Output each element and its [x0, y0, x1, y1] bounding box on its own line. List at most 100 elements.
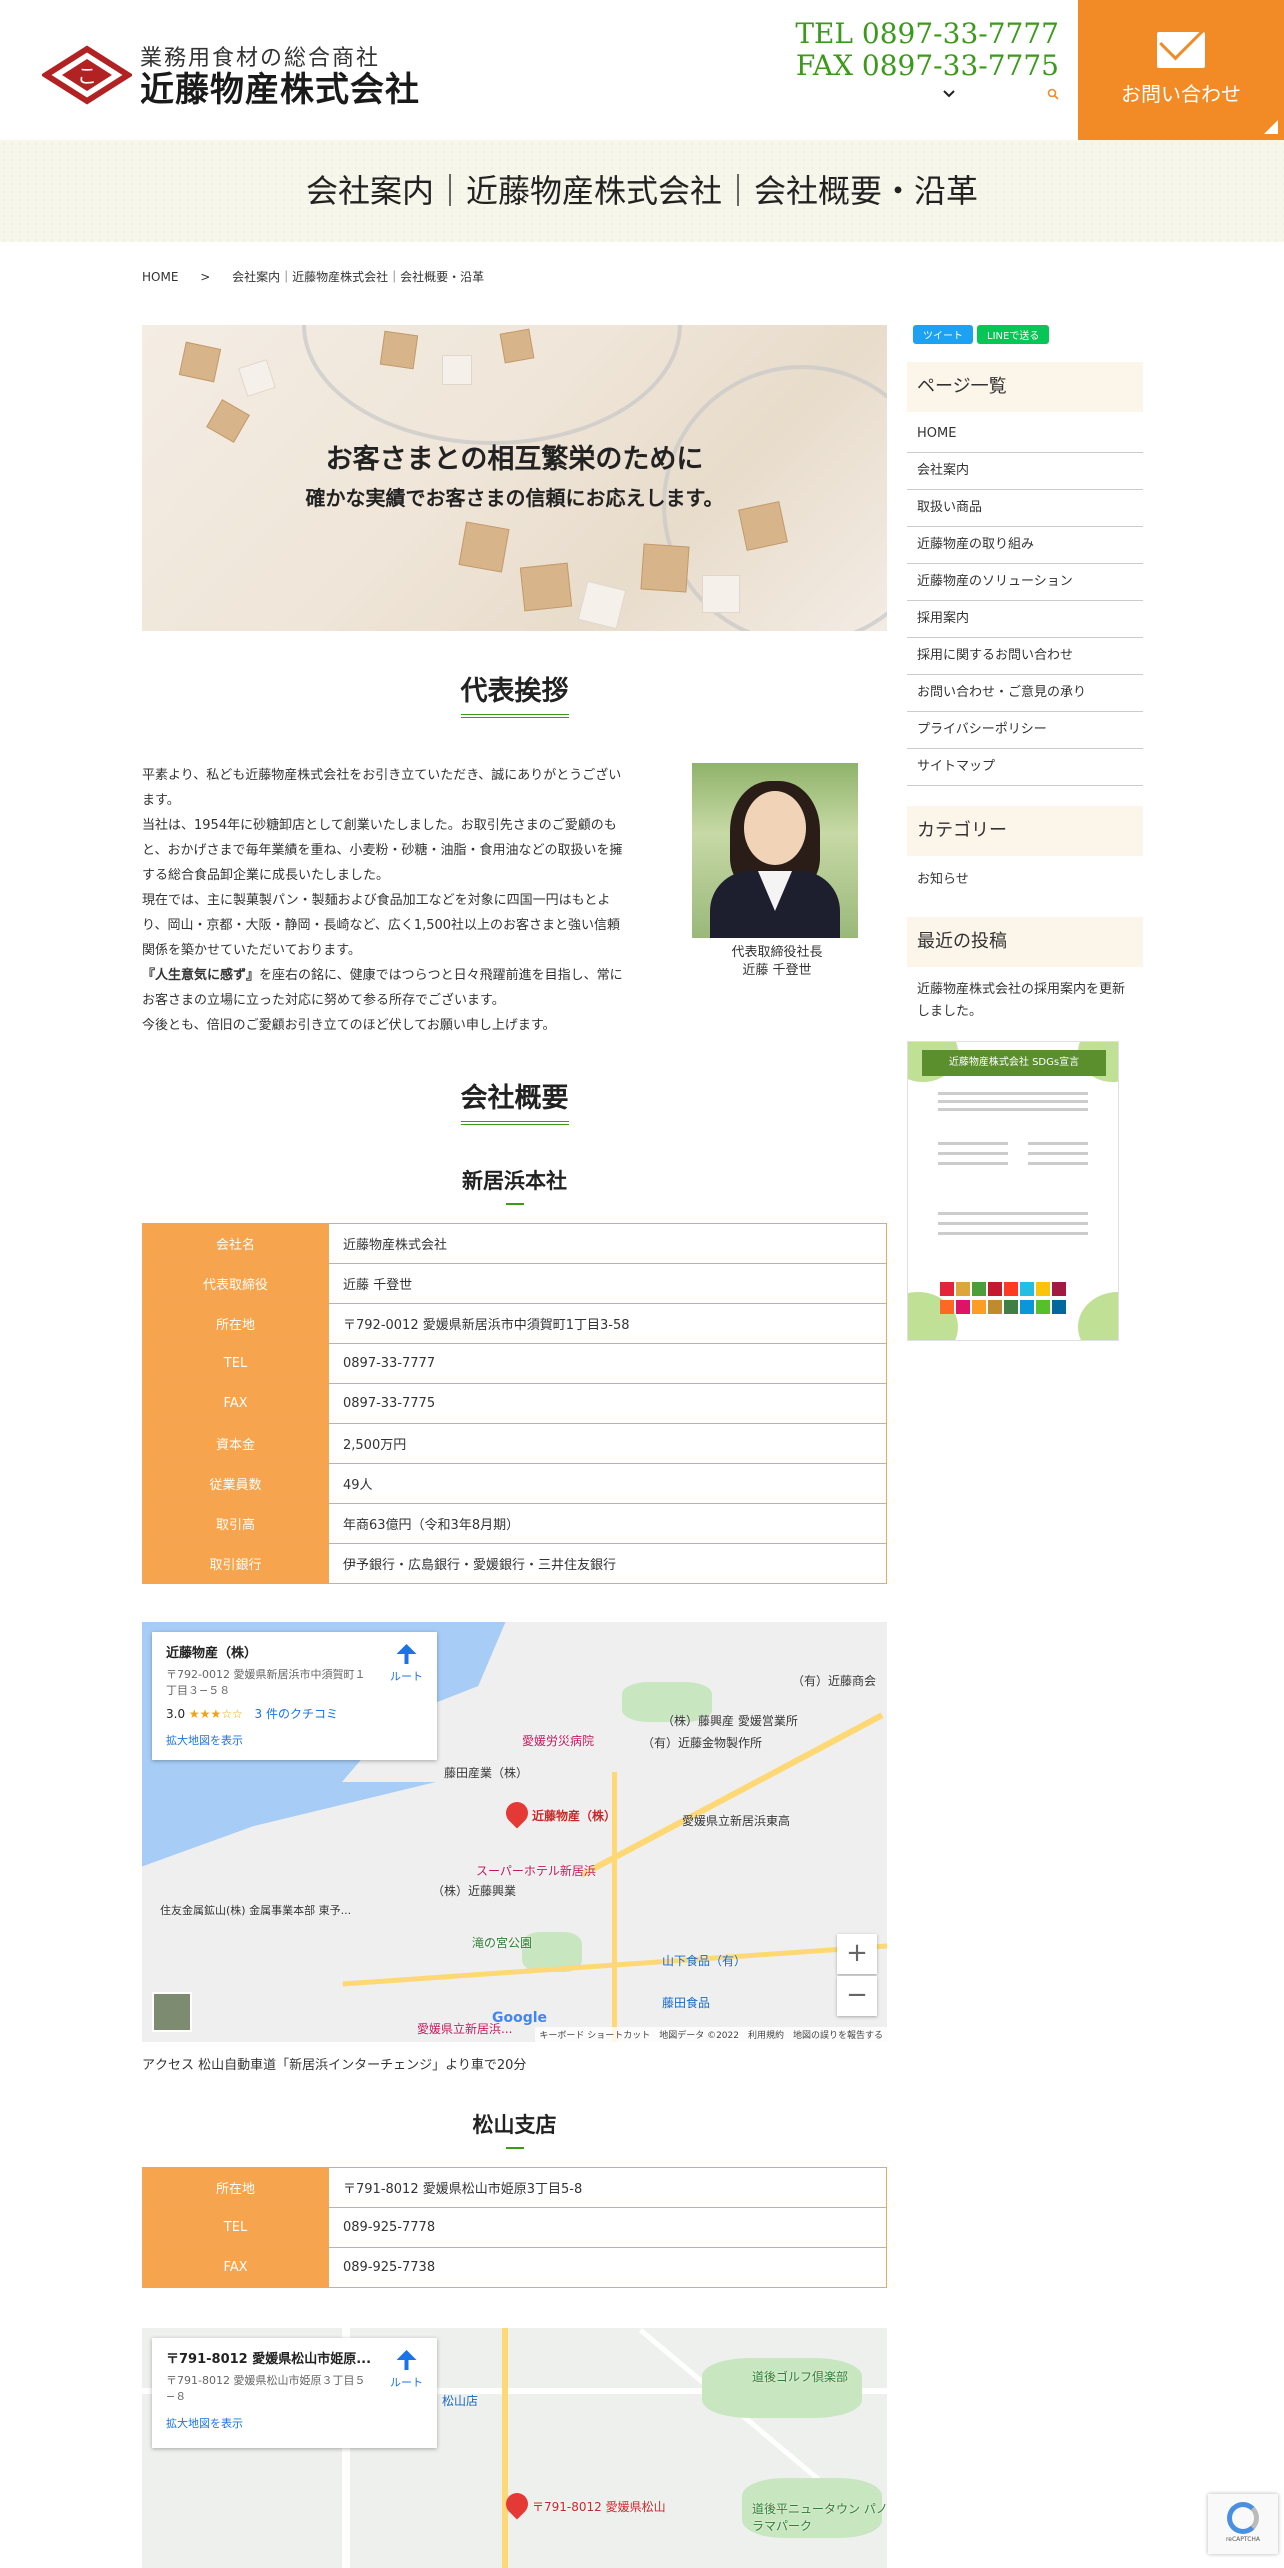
- map-footer[interactable]: キーボード ショートカット 地図データ ©2022 利用規約 地図の誤りを報告す…: [535, 2027, 887, 2042]
- table-key-cell: FAX: [142, 1383, 329, 1424]
- category-link[interactable]: お知らせ: [907, 856, 1143, 899]
- table-row: 従業員数 49人: [142, 1463, 887, 1504]
- site-logo[interactable]: こ 業務用食材の総合商社 近藤物産株式会社: [40, 40, 420, 110]
- motto: 『人生意気に感ず』: [142, 968, 260, 983]
- map-place-label: （株）近藤興業: [432, 1884, 517, 1898]
- branch-info-table: 所在地 〒791-8012 愛媛県松山市姫原3丁目5-8 TEL 089-925-77…: [142, 2167, 887, 2288]
- access-text: アクセス 松山自動車道「新居浜インターチェンジ」より車で20分: [142, 2058, 527, 2073]
- map-large-link[interactable]: 拡大地図を表示: [166, 2415, 423, 2431]
- branch-map[interactable]: 〒791-8012 愛媛県松山 道後ゴルフ倶楽部 道後平ニュータウン パノラマパ…: [142, 2328, 887, 2568]
- table-row: 取引高 年商63億円（令和3年8月期）: [142, 1503, 887, 1544]
- map-route-button[interactable]: ルート: [390, 1644, 423, 1684]
- pages-list: HOME 会社案内 取扱い商品 近藤物産の取り組み 近藤物産のソリューション 採用案内 採用…: [907, 416, 1143, 786]
- zoom-in-button[interactable]: +: [837, 1934, 877, 1974]
- google-logo: Google: [492, 2010, 548, 2026]
- map-route-button[interactable]: ルート: [390, 2350, 423, 2390]
- table-row: FAX 089-925-7738: [142, 2247, 887, 2288]
- map-place-address: 〒792-0012 愛媛県新居浜市中須賀町１丁目３−５８: [166, 1668, 366, 1697]
- table-row: TEL 089-925-7778: [142, 2207, 887, 2248]
- map-place-name: 近藤物産（株）: [166, 1646, 258, 1661]
- table-key-cell: 会社名: [142, 1223, 329, 1264]
- sidebar-page-link[interactable]: 会社案内: [907, 453, 1143, 490]
- hq-info-table: 会社名 近藤物産株式会社 代表取締役 近藤 千登世 所在地 〒792-0012 愛媛県新居…: [142, 1223, 887, 1584]
- table-row: 所在地 〒792-0012 愛媛県新居浜市中須賀町1丁目3-58: [142, 1303, 887, 1344]
- table-value-cell: 0897-33-7777: [328, 1343, 887, 1384]
- header-tel[interactable]: TEL 0897-33-7777: [795, 18, 1059, 50]
- greeting-paragraph: 今後とも、倍旧のご愛顧お引き立てのほど伏してお願い申し上げます。: [142, 1018, 556, 1033]
- table-value-cell: 089-925-7738: [328, 2247, 887, 2288]
- map-large-link[interactable]: 拡大地図を表示: [166, 1732, 423, 1748]
- table-key-cell: 取引高: [142, 1503, 329, 1544]
- greeting-paragraph: 『人生意気に感ず』を座右の銘に、健康ではつらつと日々飛躍前進を目指し、常にお客さ…: [142, 968, 623, 1008]
- table-row: FAX 0897-33-7775: [142, 1383, 887, 1424]
- recaptcha-icon: [1227, 2502, 1259, 2534]
- search-icon[interactable]: [1047, 88, 1059, 103]
- table-key-cell: 資本金: [142, 1423, 329, 1464]
- header-fax: FAX 0897-33-7775: [795, 49, 1059, 82]
- logo-company-name: 近藤物産株式会社: [140, 70, 420, 110]
- header-tools: [943, 88, 1059, 103]
- sidebar-page-link[interactable]: サイトマップ: [907, 749, 1143, 786]
- map-place-label: （有）近藤金物製作所: [642, 1736, 763, 1750]
- site-header: こ 業務用食材の総合商社 近藤物産株式会社 TEL 0897-33-7777 F…: [0, 0, 1284, 140]
- table-key-cell: 代表取締役: [142, 1263, 329, 1304]
- map-place-address: 〒791-8012 愛媛県松山市姫原３丁目５−８: [166, 2374, 366, 2403]
- logo-subtitle: 業務用食材の総合商社: [140, 46, 381, 71]
- table-row: 資本金 2,500万円: [142, 1423, 887, 1464]
- map-place-label: 道後平ニュータウン パノラマパーク: [752, 2502, 887, 2533]
- sidebar-page-link[interactable]: 採用案内: [907, 601, 1143, 638]
- table-value-cell: 0897-33-7775: [328, 1383, 887, 1424]
- sidebar-page-link[interactable]: 近藤物産のソリューション: [907, 564, 1143, 601]
- map-place-label: 松山店: [442, 2394, 479, 2408]
- map-rating: 3.0: [166, 1707, 186, 1721]
- recent-heading: 最近の投稿: [907, 917, 1143, 967]
- recent-post-link[interactable]: 近藤物産株式会社の採用案内を更新しました。: [907, 967, 1143, 1035]
- table-key-cell: TEL: [142, 1343, 329, 1384]
- map-place-label: スーパーホテル新居浜: [476, 1864, 596, 1878]
- corner-arrow-icon: [1264, 120, 1278, 134]
- sidebar-page-link[interactable]: 近藤物産の取り組み: [907, 527, 1143, 564]
- recaptcha-badge[interactable]: reCAPTCHA: [1208, 2494, 1278, 2554]
- table-row: TEL 0897-33-7777: [142, 1343, 887, 1384]
- zoom-out-button[interactable]: −: [837, 1976, 877, 2016]
- map-place-name: 〒791-8012 愛媛県松山市姫原...: [166, 2352, 372, 2367]
- table-row: 取引銀行 伊予銀行・広島銀行・愛媛銀行・三井住友銀行: [142, 1543, 887, 1584]
- branch-heading: 松山支店: [472, 2112, 557, 2137]
- satellite-toggle[interactable]: [152, 1992, 192, 2032]
- rating-stars-icon: ★★★☆☆: [188, 1707, 243, 1721]
- breadcrumb-current: 会社案内｜近藤物産株式会社｜会社概要・沿革: [232, 270, 485, 284]
- sidebar: ツイート LINEで送る ページ一覧 HOME 会社案内 取扱い商品 近藤物産の取り組…: [907, 325, 1143, 1341]
- table-row: 代表取締役 近藤 千登世: [142, 1263, 887, 1304]
- table-value-cell: 近藤物産株式会社: [328, 1223, 887, 1264]
- line-share-button[interactable]: LINEで送る: [977, 325, 1050, 344]
- table-value-cell: 089-925-7778: [328, 2207, 887, 2248]
- sidebar-page-link[interactable]: 採用に関するお問い合わせ: [907, 638, 1143, 675]
- page-title: 会社案内｜近藤物産株式会社｜会社概要・沿革: [305, 172, 978, 210]
- sidebar-page-link[interactable]: HOME: [907, 416, 1143, 453]
- pages-heading: ページ一覧: [907, 362, 1143, 412]
- hq-heading: 新居浜本社: [462, 1168, 567, 1193]
- chevron-down-icon[interactable]: [943, 88, 955, 103]
- table-key-cell: FAX: [142, 2247, 329, 2288]
- route-icon: [396, 1644, 417, 1664]
- map-reviews-link[interactable]: 3 件のクチコミ: [255, 1707, 338, 1721]
- table-value-cell: 年商63億円（令和3年8月期）: [328, 1503, 887, 1544]
- contact-button[interactable]: お問い合わせ: [1078, 0, 1284, 140]
- hero-banner: お客さまとの相互繁栄のために 確かな実績でお客さまの信頼にお応えします。: [142, 325, 887, 631]
- category-heading: カテゴリー: [907, 806, 1143, 856]
- breadcrumb-home[interactable]: HOME: [142, 270, 178, 284]
- map-info-card: 〒791-8012 愛媛県松山市姫原... 〒791-8012 愛媛県松山市姫原…: [152, 2338, 437, 2448]
- sdgs-banner[interactable]: 近藤物産株式会社 SDGs宣言: [907, 1041, 1119, 1341]
- sidebar-page-link[interactable]: 取扱い商品: [907, 490, 1143, 527]
- table-value-cell: 近藤 千登世: [328, 1263, 887, 1304]
- map-place-label: 道後ゴルフ倶楽部: [752, 2370, 849, 2384]
- sidebar-page-link[interactable]: プライバシーポリシー: [907, 712, 1143, 749]
- greeting-paragraph: 当社は、1954年に砂糖卸店として創業いたしました。お取引先さまのご愛顧のもと、…: [142, 818, 623, 883]
- sidebar-page-link[interactable]: お問い合わせ・ご意見の承り: [907, 675, 1143, 712]
- hq-map[interactable]: 近藤物産（株） （有）近藤商会 （株）藤興産 愛媛営業所 （有）近藤金物製作所 …: [142, 1622, 887, 2042]
- logo-mark-icon: こ: [40, 45, 134, 105]
- map-place-label: 住友金属鉱山(株) 金属事業本部 東予...: [160, 1904, 352, 1917]
- hero-headline: お客さまとの相互繁栄のために: [325, 444, 704, 475]
- tweet-button[interactable]: ツイート: [913, 325, 973, 344]
- overview-heading: 会社概要: [460, 1076, 569, 1125]
